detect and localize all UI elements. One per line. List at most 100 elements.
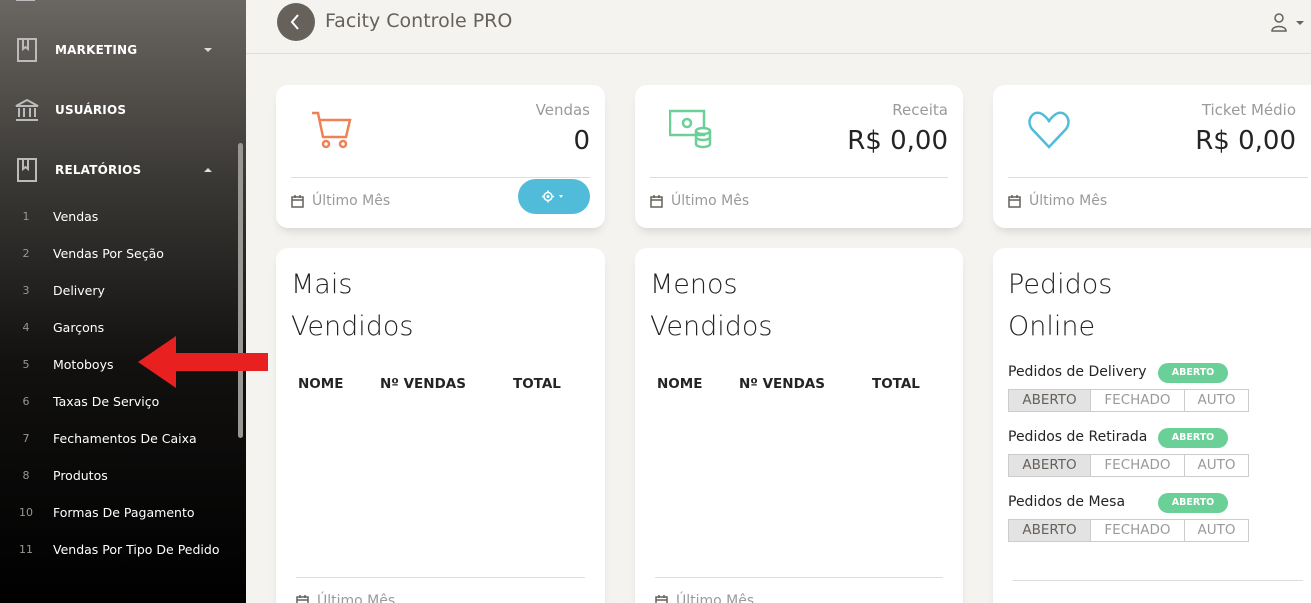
option-auto-button[interactable]: AUTO (1185, 520, 1248, 541)
status-badge: ABERTO (1158, 363, 1228, 383)
cart-icon (312, 111, 352, 149)
sidebar-item-label: Formas De Pagamento (53, 504, 195, 520)
stat-footer-text: Último Mês (1029, 193, 1108, 209)
card-footer: Último Mês (655, 593, 754, 603)
book-icon (16, 0, 35, 1)
sidebar-section-relatorios[interactable]: RELATÓRIOS (0, 150, 246, 190)
option-aberto-button[interactable]: ABERTO (1009, 520, 1091, 541)
chevron-up-icon (204, 168, 212, 172)
divider (1008, 177, 1308, 178)
top-navbar: Facity Controle PRO (246, 0, 1311, 54)
sidebar-item-taxas-de-servico[interactable]: 6 Taxas De Serviço (0, 386, 240, 416)
sidebar-item-formas-de-pagamento[interactable]: 10 Formas De Pagamento (0, 497, 240, 527)
stat-card-receita: Receita R$ 0,00 Último Mês (635, 85, 963, 228)
calendar-icon (650, 194, 663, 208)
stat-category: Receita (892, 101, 948, 119)
calendar-icon (1008, 194, 1021, 208)
item-number: 2 (22, 246, 30, 260)
sidebar-item-fechamentos-de-caixa[interactable]: 7 Fechamentos De Caixa (0, 423, 240, 453)
menos-vendidos-card: Menos Vendidos NOME Nº VENDAS TOTAL Últi… (635, 248, 963, 603)
sidebar-section-usuarios[interactable]: USUÁRIOS (0, 90, 246, 130)
sidebar-item-vendas[interactable]: 1 Vendas (0, 201, 240, 231)
pedidos-delivery-label: Pedidos de Delivery (1008, 364, 1147, 380)
option-auto-button[interactable]: AUTO (1185, 390, 1248, 411)
card-footer-text: Último Mês (317, 593, 396, 603)
option-fechado-button[interactable]: FECHADO (1091, 520, 1185, 541)
pedidos-retirada-toggle: ABERTO FECHADO AUTO (1008, 454, 1249, 477)
stat-category: Ticket Médio (1201, 101, 1296, 119)
bank-icon (15, 98, 39, 121)
mais-vendidos-card: Mais Vendidos NOME Nº VENDAS TOTAL Últim… (276, 248, 605, 603)
user-icon[interactable] (1270, 12, 1288, 32)
sidebar-item-label: Garçons (53, 319, 105, 335)
item-number: 4 (22, 320, 30, 334)
sidebar-section-label: RELATÓRIOS (55, 163, 142, 177)
sidebar-item-label: Vendas Por Seção (53, 245, 164, 261)
card-title: Vendidos (291, 311, 414, 342)
stat-footer: Último Mês (1008, 193, 1107, 209)
sidebar-section-label: USUÁRIOS (55, 103, 127, 117)
gear-icon (542, 190, 563, 203)
card-title: Mais (291, 269, 353, 300)
column-header: TOTAL (513, 376, 561, 392)
sidebar-item-vendas-por-secao[interactable]: 2 Vendas Por Seção (0, 238, 240, 268)
money-icon (669, 109, 712, 149)
column-header: Nº VENDAS (380, 376, 466, 392)
stat-footer-text: Último Mês (312, 193, 391, 209)
page-title[interactable]: Facity Controle PRO (325, 10, 512, 32)
stat-footer: Último Mês (650, 193, 749, 209)
card-title: Pedidos (1008, 269, 1113, 300)
heart-icon (1028, 111, 1070, 149)
card-title: Online (1008, 311, 1096, 342)
pedidos-delivery-toggle: ABERTO FECHADO AUTO (1008, 389, 1249, 412)
option-aberto-button[interactable]: ABERTO (1009, 455, 1091, 476)
stat-value: 0 (573, 126, 590, 156)
sidebar-item-label: Fechamentos De Caixa (53, 430, 197, 446)
card-footer: Último Mês (296, 593, 395, 603)
calendar-icon (291, 194, 304, 208)
back-button[interactable] (277, 3, 315, 41)
column-header: TOTAL (872, 376, 920, 392)
stat-category: Vendas (535, 101, 590, 119)
chevron-left-icon (290, 14, 299, 30)
divider (296, 577, 585, 578)
option-fechado-button[interactable]: FECHADO (1091, 455, 1185, 476)
stat-footer: Último Mês (291, 193, 390, 209)
chevron-down-icon[interactable] (1296, 21, 1304, 25)
option-auto-button[interactable]: AUTO (1185, 455, 1248, 476)
sidebar: MARKETING USUÁRIOS RELATÓRIOS 1 Vendas 2 V… (0, 0, 246, 603)
card-footer-text: Último Mês (676, 593, 755, 603)
item-number: 1 (22, 209, 30, 223)
item-number: 3 (22, 283, 30, 297)
sidebar-item-label: Vendas (53, 208, 99, 224)
column-header: Nº VENDAS (739, 376, 825, 392)
item-number: 6 (22, 394, 30, 408)
card-title: Vendidos (650, 311, 773, 342)
sidebar-item-produtos[interactable]: 8 Produtos (0, 460, 240, 490)
stat-card-vendas: Vendas 0 Último Mês (276, 85, 605, 228)
sidebar-item-vendas-por-tipo-de-pedido[interactable]: 11 Vendas Por Tipo De Pedido (0, 534, 240, 564)
sidebar-section-marketing[interactable]: MARKETING (0, 30, 246, 70)
card-title: Menos (650, 269, 738, 300)
stat-footer-text: Último Mês (671, 193, 750, 209)
arrow-left-icon (138, 336, 268, 388)
book-icon (17, 38, 37, 62)
stat-value: R$ 0,00 (1195, 126, 1296, 156)
divider (650, 177, 948, 178)
sidebar-item-label: Delivery (53, 282, 105, 298)
item-number: 8 (22, 468, 30, 482)
sidebar-item-label: Vendas Por Tipo De Pedido (53, 541, 220, 557)
sidebar-item-label: Produtos (53, 467, 108, 483)
item-number: 10 (19, 505, 33, 519)
sidebar-item-delivery[interactable]: 3 Delivery (0, 275, 240, 305)
settings-dropdown-button[interactable] (518, 179, 590, 214)
option-fechado-button[interactable]: FECHADO (1091, 390, 1185, 411)
option-aberto-button[interactable]: ABERTO (1009, 390, 1091, 411)
stat-card-ticket-medio: Ticket Médio R$ 0,00 Último Mês (993, 85, 1311, 228)
column-header: NOME (298, 376, 344, 392)
item-number: 7 (22, 431, 30, 445)
pedidos-online-card: Pedidos Online Pedidos de Delivery ABERT… (993, 248, 1311, 603)
stat-value: R$ 0,00 (847, 126, 948, 156)
pedidos-mesa-toggle: ABERTO FECHADO AUTO (1008, 519, 1249, 542)
sidebar-scrollbar[interactable] (238, 143, 243, 438)
